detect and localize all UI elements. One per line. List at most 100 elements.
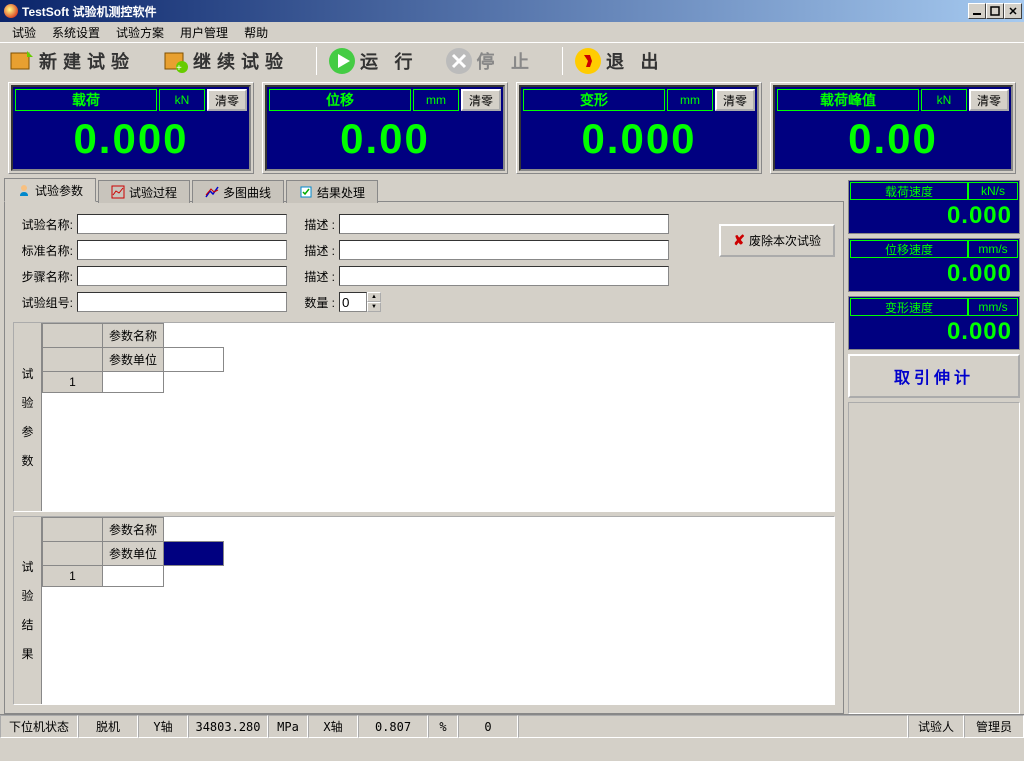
mini1-unit: kN/s <box>968 182 1018 200</box>
qty-down-button[interactable]: ▼ <box>367 302 381 312</box>
mini3-unit: mm/s <box>968 298 1018 316</box>
gauge-load: 载荷 kN 清零 0.000 <box>11 85 251 171</box>
tab-params[interactable]: 试验参数 <box>4 178 96 202</box>
status-host-label: 下位机状态 <box>0 715 78 738</box>
main-panel: 试验参数 试验过程 多图曲线 结果处理 试验名称: <box>4 178 844 714</box>
grid1-cell[interactable] <box>103 372 164 393</box>
status-admin: 管理员 <box>964 715 1024 738</box>
toolbar: 新建试验 + 继续试验 运 行 停 止 退 出 <box>0 42 1024 78</box>
group-input[interactable] <box>77 292 287 312</box>
status-x-unit: % <box>428 715 458 738</box>
gauge-deform-clear-button[interactable]: 清零 <box>715 89 755 111</box>
gauge-load-clear-button[interactable]: 清零 <box>207 89 247 111</box>
mini3-label: 变形速度 <box>850 298 968 316</box>
grid2-cell-selected[interactable] <box>164 541 224 565</box>
status-x-label: X轴 <box>308 715 358 738</box>
test-name-label: 试验名称: <box>13 216 73 233</box>
grid1-row1: 1 <box>43 372 103 393</box>
gauge-row: 载荷 kN 清零 0.000 位移 mm 清零 0.00 变形 mm 清零 0.… <box>0 78 1024 178</box>
status-host-value: 脱机 <box>78 715 138 738</box>
grid2-table[interactable]: 参数名称 参数单位 1 <box>42 517 224 587</box>
grid1-corner <box>43 324 103 348</box>
grid2-cell[interactable] <box>103 565 164 586</box>
run-button[interactable]: 运 行 <box>325 44 438 78</box>
result-icon <box>299 185 313 199</box>
menubar: 试验 系统设置 试验方案 用户管理 帮助 <box>0 22 1024 42</box>
gauge-displacement: 位移 mm 清零 0.00 <box>265 85 505 171</box>
menu-system[interactable]: 系统设置 <box>44 22 108 43</box>
grid2-h2: 参数单位 <box>103 541 164 565</box>
side-panel: 载荷速度 kN/s 0.000 位移速度 mm/s 0.000 变形速度 mm/… <box>848 178 1020 714</box>
mini2-value: 0.000 <box>850 258 1018 290</box>
mini1-value: 0.000 <box>850 200 1018 232</box>
gauge-peak-value: 0.00 <box>777 111 1009 167</box>
gauge-load-unit: kN <box>159 89 205 111</box>
window-title: TestSoft 试验机测控软件 <box>22 3 156 20</box>
side-spacer <box>848 402 1020 714</box>
titlebar: TestSoft 试验机测控软件 <box>0 0 1024 22</box>
gauge-deformation: 变形 mm 清零 0.000 <box>519 85 759 171</box>
tab-result[interactable]: 结果处理 <box>286 180 378 203</box>
new-test-button[interactable]: 新建试验 <box>4 44 154 78</box>
menu-test[interactable]: 试验 <box>4 22 44 43</box>
tabs: 试验参数 试验过程 多图曲线 结果处理 <box>4 178 844 202</box>
gauge-peak-clear-button[interactable]: 清零 <box>969 89 1009 111</box>
gauge-disp-unit: mm <box>413 89 459 111</box>
gauge-peak-load: 载荷峰值 kN 清零 0.00 <box>773 85 1013 171</box>
minimize-button[interactable] <box>968 3 986 19</box>
close-button[interactable] <box>1004 3 1022 19</box>
mini-gauge-load-speed: 载荷速度 kN/s 0.000 <box>848 180 1020 234</box>
continue-test-button[interactable]: + 继续试验 <box>158 44 308 78</box>
grid1-table[interactable]: 参数名称 参数单位 1 <box>42 323 224 393</box>
new-test-icon <box>7 47 35 75</box>
gauge-deform-value: 0.000 <box>523 111 755 167</box>
stop-icon <box>445 47 473 75</box>
gauge-load-label: 载荷 <box>15 89 157 111</box>
exit-icon <box>574 47 602 75</box>
grid1-side-label: 试验参数 <box>14 323 42 511</box>
extensometer-button[interactable]: 取引伸计 <box>848 354 1020 398</box>
desc3-label: 描述 : <box>291 268 335 285</box>
status-zero: 0 <box>458 715 518 738</box>
step-name-input[interactable] <box>77 266 287 286</box>
gauge-load-value: 0.000 <box>15 111 247 167</box>
chart-icon <box>205 185 219 199</box>
step-name-label: 步骤名称: <box>13 268 73 285</box>
menu-user[interactable]: 用户管理 <box>172 22 236 43</box>
gauge-disp-value: 0.00 <box>269 111 501 167</box>
gauge-disp-label: 位移 <box>269 89 411 111</box>
std-name-input[interactable] <box>77 240 287 260</box>
menu-help[interactable]: 帮助 <box>236 22 276 43</box>
discard-test-button[interactable]: ✘ 废除本次试验 <box>719 224 835 257</box>
toolbar-separator <box>562 47 563 75</box>
maximize-button[interactable] <box>986 3 1004 19</box>
svg-text:+: + <box>176 63 188 74</box>
std-name-label: 标准名称: <box>13 242 73 259</box>
mini2-unit: mm/s <box>968 240 1018 258</box>
desc2-input[interactable] <box>339 240 669 260</box>
status-tester-label: 试验人 <box>908 715 964 738</box>
desc1-label: 描述 : <box>291 216 335 233</box>
tab-process[interactable]: 试验过程 <box>98 180 190 203</box>
test-name-input[interactable] <box>77 214 287 234</box>
mini3-value: 0.000 <box>850 316 1018 348</box>
mini1-label: 载荷速度 <box>850 182 968 200</box>
stop-button[interactable]: 停 止 <box>442 44 555 78</box>
qty-up-button[interactable]: ▲ <box>367 292 381 302</box>
play-icon <box>328 47 356 75</box>
continue-test-icon: + <box>161 47 189 75</box>
status-y-unit: MPa <box>268 715 308 738</box>
grid1-h2: 参数单位 <box>103 348 164 372</box>
grid1-h1: 参数名称 <box>103 324 164 348</box>
desc3-input[interactable] <box>339 266 669 286</box>
tab-multichart[interactable]: 多图曲线 <box>192 180 284 203</box>
grid2-h1: 参数名称 <box>103 517 164 541</box>
grid1-cell[interactable] <box>164 348 224 372</box>
gauge-disp-clear-button[interactable]: 清零 <box>461 89 501 111</box>
exit-button[interactable]: 退 出 <box>571 44 684 78</box>
menu-plan[interactable]: 试验方案 <box>108 22 172 43</box>
grid2-corner <box>43 517 103 541</box>
desc1-input[interactable] <box>339 214 669 234</box>
qty-input[interactable] <box>339 292 367 312</box>
grid2-row1: 1 <box>43 565 103 586</box>
